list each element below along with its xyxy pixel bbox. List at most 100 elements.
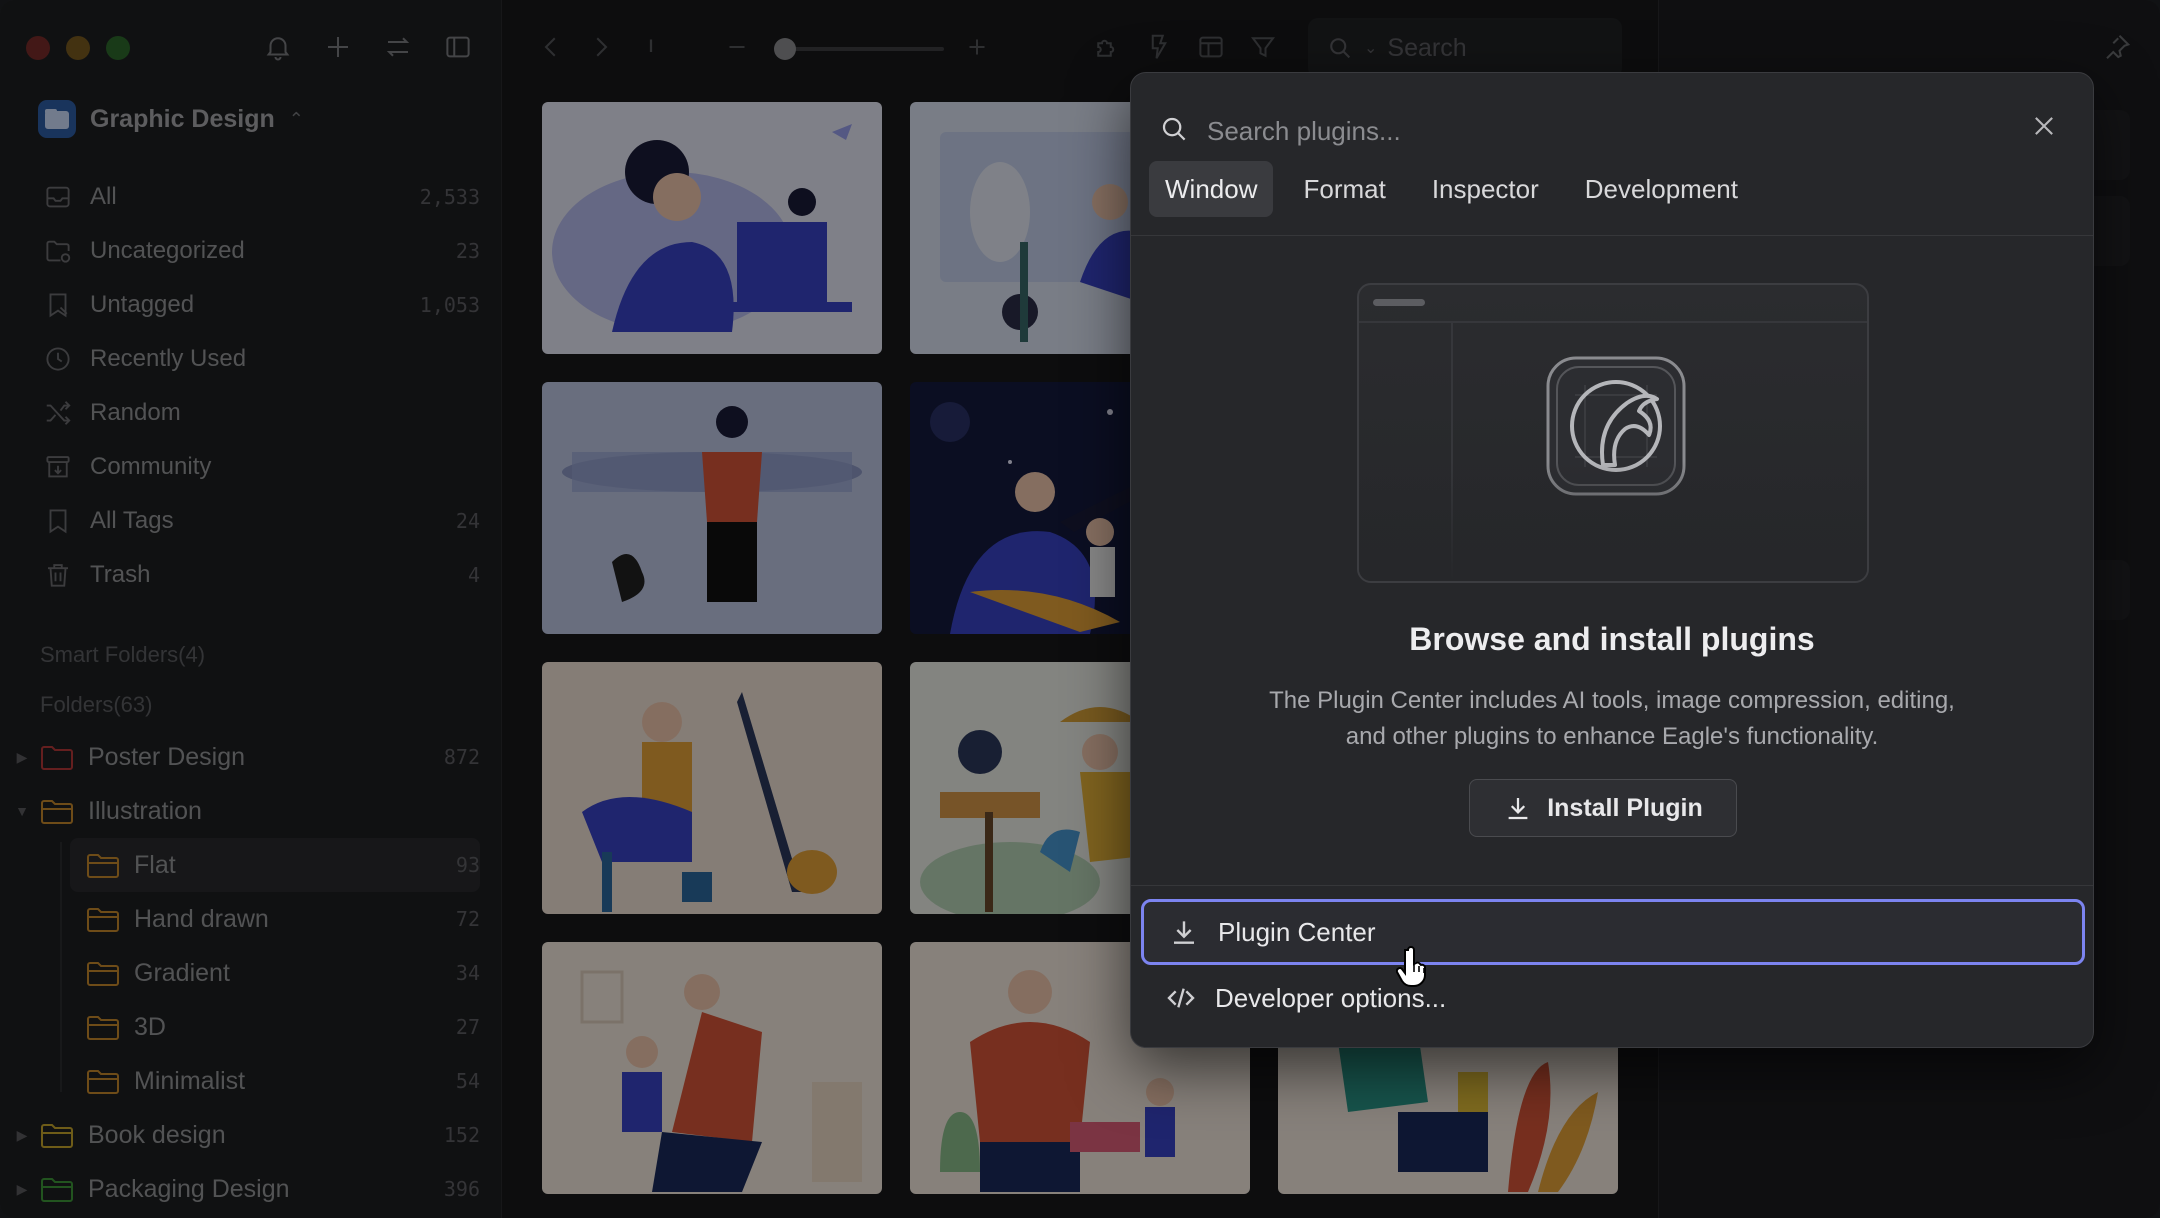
divider-icon [636,32,666,67]
folder-icon [41,1124,73,1148]
folder-icon [87,908,119,932]
folder-icon [87,1070,119,1094]
chevron-down-icon[interactable]: ▼ [10,803,34,819]
folder-icon [87,962,119,986]
bell-icon[interactable] [261,30,295,64]
action-icon[interactable] [1144,32,1174,67]
zoom-window-button[interactable] [106,36,130,60]
trash-icon [42,559,74,591]
zoom-slider-track[interactable] [784,47,944,51]
folder-minimalist[interactable]: Minimalist 54 [10,1054,480,1108]
illustration-titlebar [1373,299,1425,306]
add-icon[interactable] [321,30,355,64]
image-thumbnail[interactable] [542,942,882,1194]
image-thumbnail[interactable] [542,662,882,914]
image-thumbnail[interactable] [542,382,882,634]
sidebar-item-community[interactable]: Community [30,440,480,494]
folder-book-design[interactable]: ▶ Book design 152 [10,1108,480,1162]
folder-gradient[interactable]: Gradient 34 [10,946,480,1000]
sidebar-item-label: All Tags [90,507,174,534]
download-icon [1508,798,1528,820]
download-icon [1174,921,1194,944]
folder-hand-drawn[interactable]: Hand drawn 72 [10,892,480,946]
folder-count: 72 [455,907,480,931]
sidebar-item-label: Trash [90,561,151,588]
sidebar-item-label: Uncategorized [90,237,245,264]
toolbar-search[interactable]: ⌄ Search [1308,18,1622,78]
image-thumbnail[interactable] [542,102,882,354]
folder-3d[interactable]: 3D 27 [10,1000,480,1054]
tab-inspector[interactable]: Inspector [1416,161,1555,217]
smart-folders-heading[interactable]: Smart Folders(4) [40,642,205,668]
window-controls [26,36,130,60]
sidebar: Graphic Design ⌃ All 2,533 Uncategorized… [0,0,502,1218]
folder-open-icon [41,800,73,824]
search-icon [1330,38,1351,59]
folder-label: Flat [134,850,176,879]
filter-icon[interactable] [1248,32,1278,67]
folder-count: 152 [443,1123,480,1147]
plugin-search-input[interactable] [1207,115,2039,147]
plugin-icon[interactable] [1092,32,1122,67]
sidebar-item-count: 24 [455,509,480,533]
sidebar-item-count: 2,533 [419,185,480,209]
folder-label: Minimalist [134,1066,246,1095]
sidebar-item-label: Community [90,453,212,480]
folder-poster-design[interactable]: ▶ Poster Design 872 [10,730,480,784]
forward-icon[interactable] [586,32,616,67]
sidebar-item-random[interactable]: Random [30,386,480,440]
chevron-right-icon[interactable]: ▶ [10,1127,34,1144]
folder-illustration[interactable]: ▼ Illustration [10,784,480,838]
sidebar-item-label: Untagged [90,291,195,318]
folders-heading[interactable]: Folders(63) [40,692,152,718]
sidebar-item-recently-used[interactable]: Recently Used [30,332,480,386]
folder-question-icon [42,235,74,267]
sidebar-toggle-icon[interactable] [441,30,475,64]
tab-window[interactable]: Window [1149,161,1274,217]
folder-tree: ▶ Poster Design 872 ▼ Illustration Flat … [10,730,480,1216]
chevron-down-icon: ⌄ [1364,40,1378,57]
sidebar-item-all[interactable]: All 2,533 [30,170,480,224]
close-icon[interactable] [2021,103,2067,149]
close-window-button[interactable] [26,36,50,60]
folder-icon [41,746,73,770]
sidebar-item-count: 23 [455,239,480,263]
folder-label: Illustration [88,796,202,825]
library-icon [38,100,76,138]
search-icon [1159,114,1189,149]
folder-label: 3D [134,1012,166,1041]
tab-development[interactable]: Development [1569,161,1754,217]
zoom-slider-knob[interactable] [774,38,796,60]
hand-pointer-icon [1396,946,1426,987]
back-icon[interactable] [536,32,566,67]
chevron-right-icon[interactable]: ▶ [10,749,34,766]
sidebar-item-all-tags[interactable]: All Tags 24 [30,494,480,548]
sidebar-item-trash[interactable]: Trash 4 [30,548,480,602]
toolbar-search-placeholder: Search [1387,33,1467,62]
folder-label: Hand drawn [134,904,269,933]
folder-flat[interactable]: Flat 93 [70,838,480,892]
tab-format[interactable]: Format [1287,161,1401,217]
folder-count: 54 [455,1069,480,1093]
zoom-in-icon[interactable] [962,32,992,67]
folder-count: 872 [443,745,480,769]
archive-download-icon [42,451,74,483]
chevron-right-icon[interactable]: ▶ [10,1181,34,1198]
library-switcher[interactable]: Graphic Design ⌃ [38,100,304,138]
sidebar-item-uncategorized[interactable]: Uncategorized 23 [30,224,480,278]
zoom-out-icon[interactable] [722,32,752,67]
plugin-tabs: Window Format Inspector Development [1149,161,1754,217]
developer-options-menu-item[interactable]: Developer options... [1141,965,2085,1031]
folder-count: 396 [443,1177,480,1201]
plugin-center-menu-item[interactable]: Plugin Center [1141,899,2085,965]
layout-icon[interactable] [1196,32,1226,67]
folder-packaging-design[interactable]: ▶ Packaging Design 396 [10,1162,480,1216]
sidebar-item-label: Random [90,399,181,426]
illustration-line [1359,321,1867,323]
minimize-window-button[interactable] [66,36,90,60]
pin-icon[interactable] [2102,32,2132,67]
swap-icon[interactable] [381,30,415,64]
sidebar-item-untagged[interactable]: Untagged 1,053 [30,278,480,332]
install-plugin-button[interactable]: Install Plugin [1469,779,1737,837]
install-plugin-label: Install Plugin [1547,793,1703,822]
